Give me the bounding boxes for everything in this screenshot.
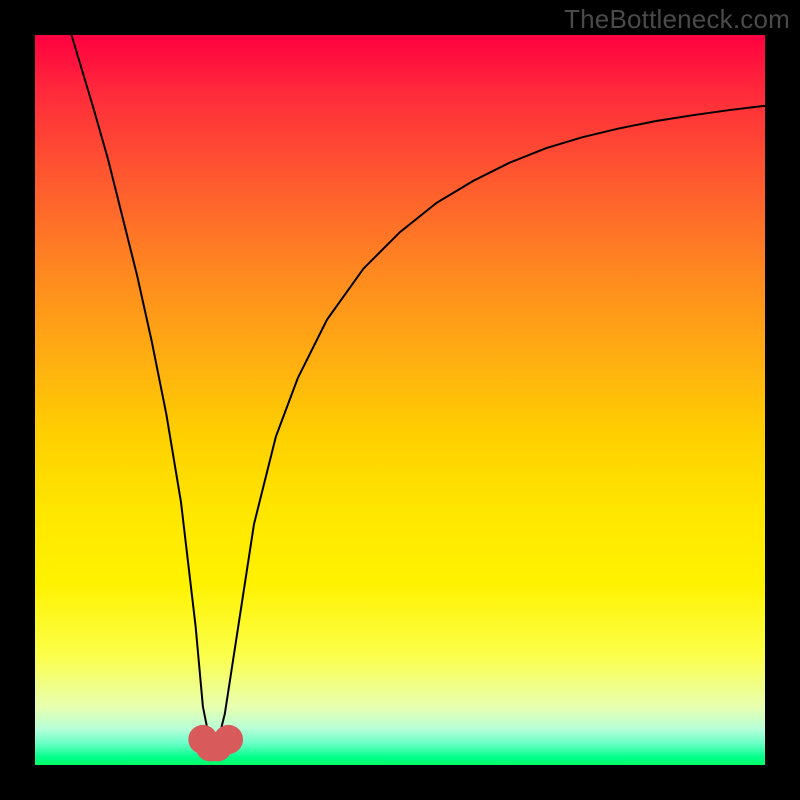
chart-frame: TheBottleneck.com — [0, 0, 800, 800]
curve-svg — [35, 35, 765, 765]
plot-area — [35, 35, 765, 765]
min-markers — [188, 725, 243, 762]
watermark-text: TheBottleneck.com — [564, 4, 790, 35]
bottleneck-curve-path — [72, 35, 766, 743]
min-marker-d — [214, 725, 243, 754]
